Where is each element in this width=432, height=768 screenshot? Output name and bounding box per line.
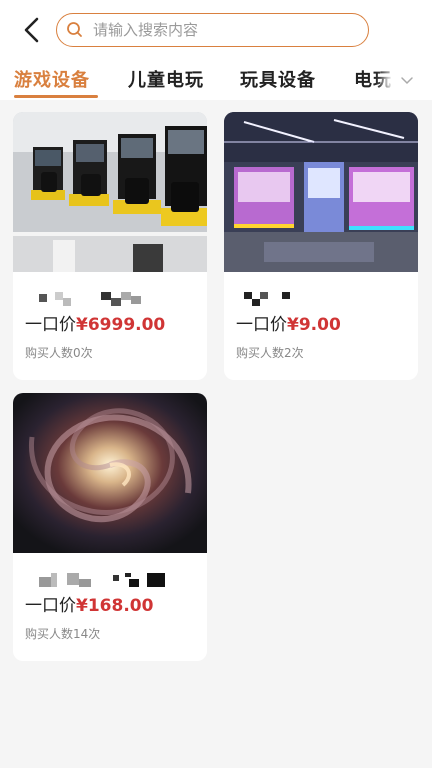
product-price: 一口价¥9.00 — [236, 310, 341, 335]
product-image — [224, 112, 418, 272]
product-name-redacted — [25, 292, 175, 306]
search-box[interactable] — [56, 13, 369, 47]
category-tabs: 游戏设备 儿童电玩 玩具设备 电玩 — [0, 62, 432, 100]
active-tab-indicator — [14, 95, 98, 98]
product-sales-count: 购买人数2次 — [236, 346, 304, 360]
search-icon — [57, 13, 93, 47]
tab-toy-equipment[interactable]: 玩具设备 — [240, 66, 316, 92]
more-tabs-button[interactable] — [394, 70, 420, 92]
product-card[interactable]: 一口价¥168.00 购买人数14次 — [13, 393, 207, 661]
chevron-left-icon — [24, 17, 39, 43]
price-label: 一口价 — [25, 315, 76, 335]
product-name-redacted — [236, 292, 386, 306]
price-value: ¥6999.00 — [76, 315, 166, 335]
product-card[interactable]: 一口价¥9.00 购买人数2次 — [224, 112, 418, 380]
product-sales-count: 购买人数14次 — [25, 627, 101, 641]
product-image — [13, 393, 207, 553]
product-sales-count: 购买人数0次 — [25, 346, 93, 360]
tab-game-equipment[interactable]: 游戏设备 — [14, 66, 90, 92]
back-button[interactable] — [16, 14, 48, 46]
price-value: ¥9.00 — [287, 315, 341, 335]
product-image — [13, 112, 207, 272]
price-value: ¥168.00 — [76, 596, 154, 616]
search-input[interactable] — [93, 21, 353, 39]
price-label: 一口价 — [25, 596, 76, 616]
product-price: 一口价¥6999.00 — [25, 310, 165, 335]
header: 游戏设备 儿童电玩 玩具设备 电玩 — [0, 0, 432, 100]
tab-arcade[interactable]: 电玩 — [354, 66, 392, 92]
product-price: 一口价¥168.00 — [25, 591, 153, 616]
product-card[interactable]: 一口价¥6999.00 购买人数0次 — [13, 112, 207, 380]
chevron-down-icon — [401, 77, 413, 85]
tab-kids-arcade[interactable]: 儿童电玩 — [128, 66, 204, 92]
product-name-redacted — [25, 573, 175, 587]
price-label: 一口价 — [236, 315, 287, 335]
